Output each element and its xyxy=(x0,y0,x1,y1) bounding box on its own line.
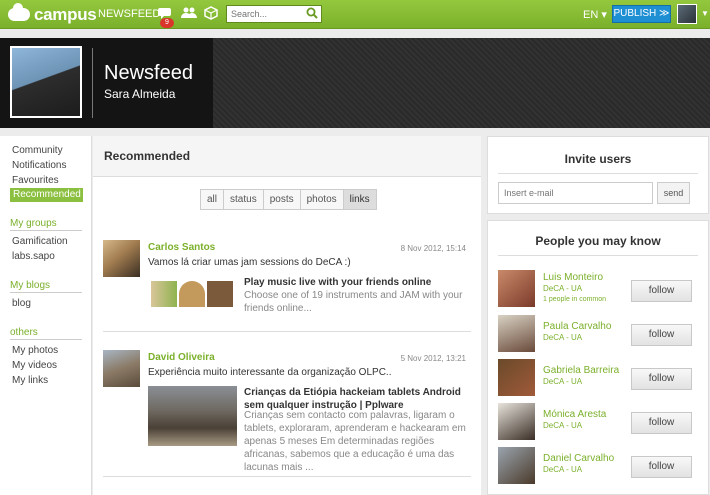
search-icon[interactable] xyxy=(306,7,318,22)
sidebar-item-my-links[interactable]: My links xyxy=(12,375,48,386)
feed-header: Recommended xyxy=(93,136,481,177)
person-org: DeCA - UA xyxy=(543,333,583,342)
sidebar-item-notifications[interactable]: Notifications xyxy=(12,160,66,171)
sidebar-item-my-videos[interactable]: My videos xyxy=(12,360,57,371)
person-name[interactable]: Gabriela Barreira xyxy=(543,365,619,376)
post-divider xyxy=(103,476,471,477)
author-avatar[interactable] xyxy=(103,240,140,277)
sidebar-item-gamification[interactable]: Gamification xyxy=(12,236,68,247)
person-name[interactable]: Mónica Aresta xyxy=(543,409,606,420)
divider xyxy=(498,173,698,174)
post-text: Experiência muito interessante da organi… xyxy=(148,367,392,378)
people-in-common[interactable]: 1 people in common xyxy=(543,296,606,303)
person-avatar[interactable] xyxy=(498,315,535,352)
brand-name: campus xyxy=(34,4,97,24)
campus-logo[interactable]: campus xyxy=(8,3,97,24)
follow-button[interactable]: follow xyxy=(631,368,692,390)
profile-banner: Newsfeed Sara Almeida xyxy=(0,38,710,128)
user-avatar[interactable] xyxy=(677,4,697,24)
person-org: DeCA - UA xyxy=(543,284,583,293)
person-avatar[interactable] xyxy=(498,270,535,307)
person-avatar[interactable] xyxy=(498,359,535,396)
person-name[interactable]: Daniel Carvalho xyxy=(543,453,614,464)
link-description: Choose one of 19 instruments and JAM wit… xyxy=(244,290,463,314)
person-org: DeCA - UA xyxy=(543,465,583,474)
groups-heading: My groups xyxy=(10,218,82,231)
profile-name: Sara Almeida xyxy=(104,87,176,101)
feed-title: Recommended xyxy=(104,149,191,163)
notification-count-badge: 9 xyxy=(160,18,174,28)
person-name[interactable]: Luis Monteiro xyxy=(543,272,603,283)
post-text: Vamos lá criar umas jam sessions do DeCA… xyxy=(148,257,351,268)
invite-users-panel: Invite users send xyxy=(487,136,709,214)
link-thumbnail[interactable] xyxy=(148,386,237,446)
top-bar: campus NEWSFEED 9 EN ▾ PUBLISH ≫ ▼ xyxy=(0,0,710,29)
post-date: 8 Nov 2012, 15:14 xyxy=(400,244,466,253)
link-description: Crianças sem contacto com palavras, liga… xyxy=(244,410,466,473)
sidebar-item-community[interactable]: Community xyxy=(12,145,63,156)
post-author[interactable]: Carlos Santos xyxy=(148,242,215,253)
send-button[interactable]: send xyxy=(657,182,690,204)
person-avatar[interactable] xyxy=(498,447,535,484)
post-date: 5 Nov 2012, 13:21 xyxy=(400,354,466,363)
tab-all[interactable]: all xyxy=(201,190,225,209)
follow-button[interactable]: follow xyxy=(631,456,692,478)
blogs-heading: My blogs xyxy=(10,280,82,293)
person-name[interactable]: Paula Carvalho xyxy=(543,321,611,332)
cube-icon[interactable] xyxy=(203,6,219,22)
invite-title: Invite users xyxy=(564,152,632,166)
divider xyxy=(498,255,698,256)
banner-divider xyxy=(92,48,93,118)
page-title: Newsfeed xyxy=(104,62,193,84)
jam-logo-letter-a[interactable] xyxy=(179,281,205,307)
publish-button[interactable]: PUBLISH ≫ xyxy=(612,5,671,23)
email-field[interactable] xyxy=(498,182,653,204)
people-you-may-know-panel: People you may know Luis Monteiro DeCA -… xyxy=(487,220,709,495)
tab-status[interactable]: status xyxy=(224,190,264,209)
follow-button[interactable]: follow xyxy=(631,324,692,346)
sidebar-item-labs-sapo[interactable]: labs.sapo xyxy=(12,251,55,262)
others-heading: others xyxy=(10,327,82,340)
language-selector[interactable]: EN ▾ xyxy=(583,8,607,21)
tab-posts[interactable]: posts xyxy=(263,190,301,209)
jam-logo-letter-m[interactable] xyxy=(207,281,233,307)
person-org: DeCA - UA xyxy=(543,421,583,430)
tab-links[interactable]: links xyxy=(343,190,376,209)
cloud-icon xyxy=(8,3,30,21)
follow-button[interactable]: follow xyxy=(631,280,692,302)
post-author[interactable]: David Oliveira xyxy=(148,352,215,363)
feed-filter-tabs: all status posts photos links xyxy=(200,189,377,210)
chevron-down-icon[interactable]: ▼ xyxy=(701,9,709,18)
search-input[interactable] xyxy=(227,6,305,22)
sidebar-item-blog[interactable]: blog xyxy=(12,298,31,309)
jam-logo-letter-j[interactable] xyxy=(151,281,177,307)
post-divider xyxy=(103,331,471,332)
people-icon[interactable] xyxy=(181,6,197,22)
left-sidebar: Community Notifications Favourites Recom… xyxy=(0,136,92,495)
newsfeed-nav-link[interactable]: NEWSFEED xyxy=(98,8,160,20)
people-title: People you may know xyxy=(535,234,661,248)
sidebar-item-my-photos[interactable]: My photos xyxy=(12,345,58,356)
sidebar-item-favourites[interactable]: Favourites xyxy=(12,175,59,186)
main-feed: Recommended all status posts photos link… xyxy=(93,136,481,495)
profile-photo xyxy=(10,46,82,118)
search-box[interactable] xyxy=(226,5,322,23)
author-avatar[interactable] xyxy=(103,350,140,387)
person-avatar[interactable] xyxy=(498,403,535,440)
person-org: DeCA - UA xyxy=(543,377,583,386)
follow-button[interactable]: follow xyxy=(631,412,692,434)
link-title[interactable]: Play music live with your friends online xyxy=(244,276,469,289)
tab-photos[interactable]: photos xyxy=(300,190,344,209)
sidebar-item-recommended[interactable]: Recommended xyxy=(10,188,83,202)
